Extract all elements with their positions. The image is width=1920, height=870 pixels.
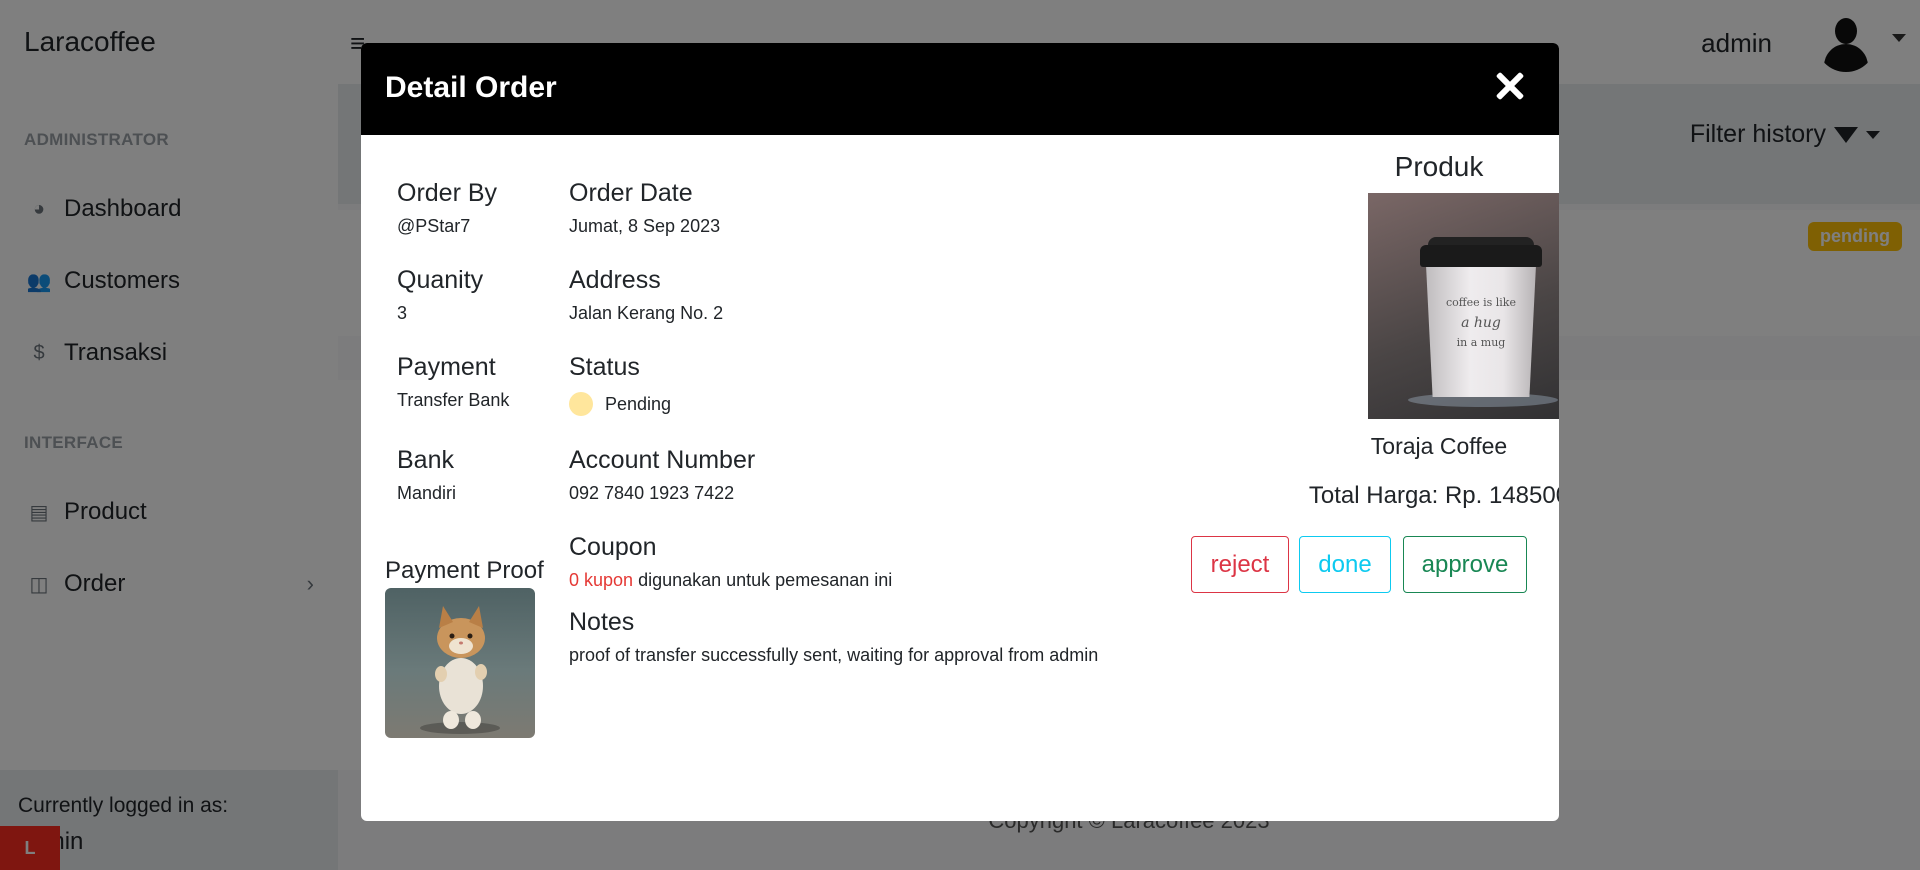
field-label: Status xyxy=(569,353,640,381)
field-label: Order Date xyxy=(569,179,693,207)
field-value: Mandiri xyxy=(397,483,457,503)
order-by-field: Order By @PStar7 xyxy=(397,179,497,237)
quantity-field: Quanity 3 xyxy=(397,266,483,324)
cup-print: coffee is like a hug in a mug xyxy=(1426,293,1536,353)
payment-proof-label: Payment Proof xyxy=(385,557,544,584)
kitten-illustration xyxy=(420,606,500,734)
modal-header: Detail Order xyxy=(361,43,1559,135)
payment-field: Payment Transfer Bank xyxy=(397,353,509,411)
field-label: Order By xyxy=(397,179,498,207)
coupon-suffix: digunakan untuk pemesanan ini xyxy=(633,570,893,590)
field-value: 092 7840 1923 7422 xyxy=(569,483,735,503)
field-value: proof of transfer successfully sent, wai… xyxy=(569,645,1099,665)
order-date-field: Order Date Jumat, 8 Sep 2023 xyxy=(569,179,720,237)
coupon-field: Coupon 0 kupon digunakan untuk pemesanan… xyxy=(569,533,892,591)
address-field: Address Jalan Kerang No. 2 xyxy=(569,266,723,324)
close-icon[interactable] xyxy=(1495,71,1525,101)
field-label: Account Number xyxy=(569,446,756,474)
status-dot-icon xyxy=(569,392,593,416)
done-button[interactable]: done xyxy=(1299,536,1391,593)
field-value: Jumat, 8 Sep 2023 xyxy=(569,216,721,236)
coupon-count: 0 kupon xyxy=(569,570,634,590)
reject-button[interactable]: reject xyxy=(1191,536,1289,593)
field-label: Quanity xyxy=(397,266,484,294)
product-name: Toraja Coffee xyxy=(1370,433,1508,459)
cup-text-line: coffee is like xyxy=(1446,296,1516,309)
field-value: @PStar7 xyxy=(397,216,471,236)
product-heading: Produk xyxy=(1394,151,1484,182)
field-value: Jalan Kerang No. 2 xyxy=(569,303,724,323)
field-value: 3 xyxy=(397,303,408,323)
approve-button[interactable]: approve xyxy=(1403,536,1527,593)
total-price: Total Harga: Rp. 148500 xyxy=(1308,482,1559,509)
field-label: Notes xyxy=(569,608,635,636)
bank-field: Bank Mandiri xyxy=(397,446,456,504)
modal-title: Detail Order xyxy=(385,71,557,104)
notes-field: Notes proof of transfer successfully sen… xyxy=(569,608,1098,666)
detail-order-modal: Detail Order Order By @PStar7 Order Date… xyxy=(361,43,1559,821)
field-label: Coupon xyxy=(569,533,657,561)
field-value: Transfer Bank xyxy=(397,390,510,410)
status-value: Pending xyxy=(605,393,672,414)
account-number-field: Account Number 092 7840 1923 7422 xyxy=(569,446,755,504)
cup-text-line: a hug xyxy=(1461,315,1501,331)
field-label: Address xyxy=(569,266,661,294)
field-label: Payment xyxy=(397,353,496,381)
payment-proof-image[interactable] xyxy=(385,588,535,738)
field-label: Bank xyxy=(397,446,454,474)
status-field: Status Pending xyxy=(569,353,671,416)
product-image[interactable]: coffee is like a hug in a mug xyxy=(1368,193,1559,419)
cup-text-line: in a mug xyxy=(1456,336,1506,349)
